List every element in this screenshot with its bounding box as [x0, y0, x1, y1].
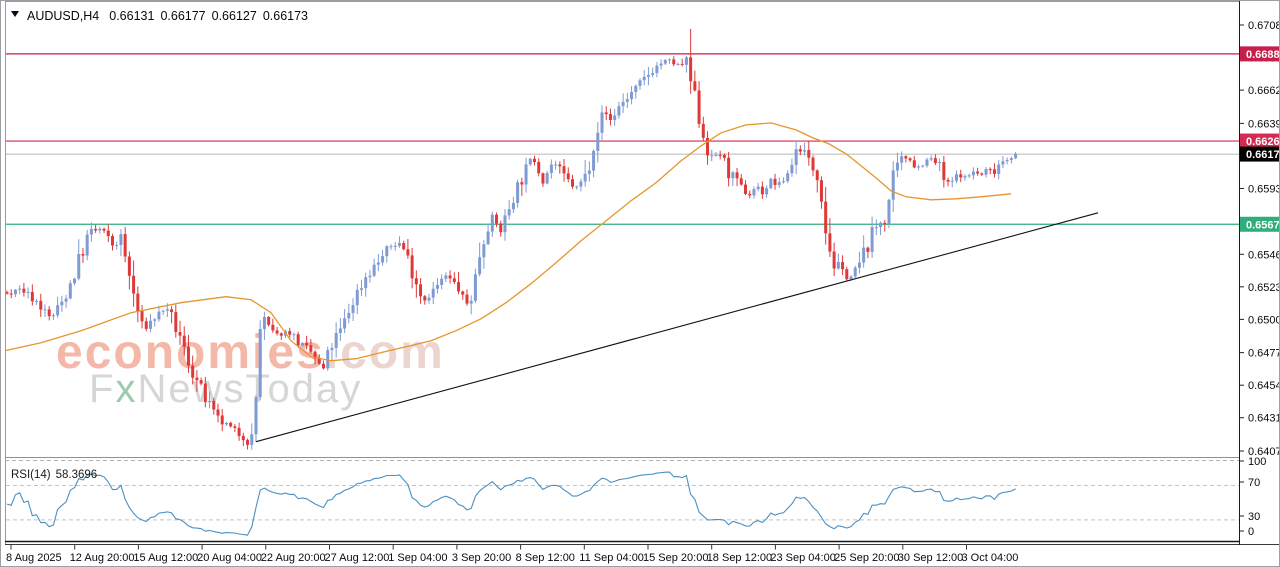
price-axis-label: 0.64770: [1248, 348, 1280, 360]
mt4-chart-window: economies.com FxNewsToday 0.670850.66855…: [0, 0, 1280, 567]
watermark-tagline-rest: NewsToday: [137, 367, 362, 411]
time-axis[interactable]: 8 Aug 2025 12 Aug 20:0015 Aug 12:0020 Aug…: [6, 545, 1018, 565]
time-axis-label: 22 Aug 20:00: [261, 552, 326, 564]
time-axis-label: 8 Sep 12:00: [516, 552, 575, 564]
time-axis-label: 23 Sep 04:00: [770, 552, 835, 564]
price-axis[interactable]: 0.670850.668550.666250.663900.659300.654…: [1240, 20, 1280, 458]
rsi-indicator-value: 58.3696: [56, 469, 98, 481]
rsi-axis-label: 70: [1248, 477, 1260, 489]
quote-symbol: AUDUSD,H4: [27, 9, 99, 23]
quote-close: 0.66173: [263, 9, 308, 23]
price-axis-label: 0.65005: [1248, 314, 1280, 326]
quote-high: 0.66177: [160, 9, 205, 23]
svg-text:FxNewsToday: FxNewsToday: [89, 367, 362, 411]
time-axis-label: 18 Sep 12:00: [707, 552, 772, 564]
rsi-axis-label: 30: [1248, 511, 1260, 523]
time-axis-label: 12 Aug 20:00: [70, 552, 135, 564]
time-axis-label: 20 Aug 04:00: [197, 552, 262, 564]
rsi-axis-label: 100: [1248, 456, 1266, 468]
time-axis-label: 27 Aug 12:00: [325, 552, 390, 564]
svg-text:AUDUSD,H40.661310.661770.66127: AUDUSD,H4 0.66131 0.66177 0.66127 0.66173: [27, 9, 308, 23]
price-axis-label: 0.66625: [1248, 85, 1280, 97]
quote-open: 0.66131: [109, 9, 154, 23]
time-axis-label: 25 Sep 20:00: [834, 552, 899, 564]
price-badge: 0.66265: [1246, 136, 1280, 148]
price-badge: 0.65677: [1246, 219, 1280, 231]
time-axis-label: 30 Sep 12:00: [898, 552, 963, 564]
price-axis-label: 0.64540: [1248, 380, 1280, 392]
time-axis-label: 15 Aug 12:00: [133, 552, 198, 564]
price-axis-label: 0.65235: [1248, 282, 1280, 294]
rsi-axis-label: 0: [1248, 526, 1254, 538]
axis-badges: 0.66881 0.66265 0.65677 0.66173: [1240, 46, 1280, 231]
chart-canvas: economies.com FxNewsToday 0.670850.66855…: [1, 1, 1280, 567]
time-axis-label: 15 Sep 20:00: [643, 552, 708, 564]
price-badge: 0.66173: [1246, 149, 1280, 161]
price-axis-label: 0.64310: [1248, 413, 1280, 425]
rsi-axis[interactable]: 100 70 30 0: [1240, 456, 1267, 538]
quote-low: 0.66127: [212, 9, 257, 23]
watermark-tagline-f: F: [89, 367, 115, 411]
price-axis-label: 0.67085: [1248, 20, 1280, 32]
time-axis-label: 3 Sep 20:00: [452, 552, 511, 564]
quote-line: AUDUSD,H4 0.66131 0.66177 0.66127 0.66173: [11, 9, 308, 23]
rsi-indicator-name: RSI(14): [11, 469, 51, 481]
rsi-panel[interactable]: [5, 462, 1239, 542]
price-axis-label: 0.65465: [1248, 249, 1280, 261]
time-axis-label: 11 Sep 04:00: [579, 552, 644, 564]
time-axis-label: 3 Oct 04:00: [962, 552, 1019, 564]
price-axis-label: 0.66390: [1248, 118, 1280, 130]
time-axis-label: 8 Aug 2025: [6, 552, 62, 564]
price-axis-label: 0.65930: [1248, 183, 1280, 195]
time-axis-label: 1 Sep 04:00: [388, 552, 447, 564]
price-badge: 0.66881: [1246, 49, 1280, 61]
watermark-fx-icon: x: [115, 367, 137, 411]
